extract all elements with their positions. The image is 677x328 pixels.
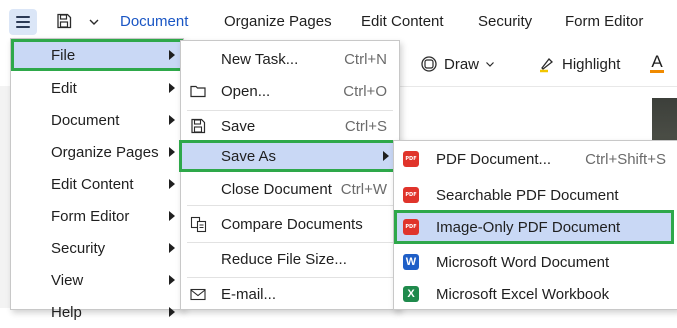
menu-item-label: Searchable PDF Document: [436, 186, 619, 204]
menu-item-reduce-file-size[interactable]: Reduce File Size...: [181, 243, 399, 275]
menu-item-label: Help: [51, 303, 82, 321]
menu-item-label: Save: [221, 117, 256, 135]
tab-edit-content[interactable]: Edit Content: [361, 13, 444, 30]
menu-item-security[interactable]: Security: [11, 232, 183, 264]
menu-item-close-document[interactable]: Close Document Ctrl+W: [181, 173, 399, 205]
menu-item-open[interactable]: Open... Ctrl+O: [181, 75, 399, 107]
menu-item-label: Security: [51, 239, 106, 257]
submenu-arrow-icon: [169, 115, 175, 125]
menu-item-label: PDF Document...: [436, 150, 552, 168]
tab-organize-pages[interactable]: Organize Pages: [224, 13, 332, 30]
word-icon: W: [402, 253, 420, 271]
submenu-arrow-icon: [169, 83, 175, 93]
save-icon: [189, 117, 207, 135]
folder-icon: [189, 82, 207, 100]
menu-item-image-only-pdf[interactable]: PDF Image-Only PDF Document: [394, 210, 674, 244]
shortcut-label: Ctrl+O: [343, 82, 387, 100]
menu-item-label: Open...: [221, 82, 271, 100]
menu-item-label: Microsoft Excel Workbook: [436, 285, 610, 303]
menu-item-organize-pages[interactable]: Organize Pages: [11, 136, 183, 168]
menu-item-file[interactable]: File: [11, 39, 183, 71]
highlighter-icon: [540, 58, 553, 73]
tab-document[interactable]: Document: [120, 13, 188, 30]
menu-item-label: Close Document: [221, 180, 332, 198]
shortcut-label: Ctrl+N: [344, 50, 387, 68]
menu-item-label: Form Editor: [51, 207, 130, 225]
menu-item-email[interactable]: E-mail...: [181, 278, 399, 310]
pdf-icon: PDF: [402, 218, 420, 236]
tab-security[interactable]: Security: [478, 13, 532, 30]
text-color-glyph: A: [651, 52, 663, 71]
highlight-button[interactable]: Highlight: [538, 55, 620, 73]
menu-item-label: Reduce File Size...: [221, 250, 347, 268]
chevron-down-icon: [486, 62, 494, 67]
menu-item-compare-documents[interactable]: Compare Documents: [181, 208, 399, 240]
menu-item-searchable-pdf[interactable]: PDF Searchable PDF Document: [394, 179, 677, 211]
submenu-arrow-icon: [169, 307, 175, 317]
file-submenu: New Task... Ctrl+N Open... Ctrl+O Save C…: [179, 40, 400, 310]
shortcut-label: Ctrl+Shift+S: [585, 150, 666, 168]
menu-item-word-document[interactable]: W Microsoft Word Document: [394, 246, 677, 278]
submenu-arrow-icon: [169, 243, 175, 253]
menu-item-document[interactable]: Document: [11, 104, 183, 136]
menu-item-view[interactable]: View: [11, 264, 183, 296]
pdf-icon: PDF: [402, 186, 420, 204]
save-as-submenu: PDF PDF Document... Ctrl+Shift+S PDF Sea…: [393, 140, 677, 310]
menu-separator: [187, 205, 393, 206]
menu-item-help[interactable]: Help: [11, 296, 183, 328]
text-color-button[interactable]: A: [650, 52, 664, 73]
highlight-label: Highlight: [562, 55, 621, 73]
menu-item-form-editor[interactable]: Form Editor: [11, 200, 183, 232]
hamburger-menu-icon[interactable]: [9, 9, 37, 35]
menu-item-label: Image-Only PDF Document: [436, 218, 621, 236]
menu-item-label: Organize Pages: [51, 143, 159, 161]
submenu-arrow-icon: [169, 50, 175, 60]
menu-item-label: View: [51, 271, 84, 289]
text-color-swatch: [650, 70, 664, 73]
pdf-icon: PDF: [402, 150, 420, 168]
shortcut-label: Ctrl+S: [344, 117, 387, 135]
menu-item-label: Edit Content: [51, 175, 134, 193]
submenu-arrow-icon: [169, 179, 175, 189]
menu-item-edit[interactable]: Edit: [11, 72, 183, 104]
menu-item-edit-content[interactable]: Edit Content: [11, 168, 183, 200]
document-canvas-left: [0, 86, 10, 308]
menu-item-label: Edit: [51, 79, 77, 97]
shortcut-label: Ctrl+W: [340, 180, 387, 198]
menu-item-excel-workbook[interactable]: X Microsoft Excel Workbook: [394, 278, 677, 310]
submenu-arrow-icon: [169, 275, 175, 285]
menu-item-label: Microsoft Word Document: [436, 253, 610, 271]
compare-icon: [189, 215, 207, 233]
tab-form-editor[interactable]: Form Editor: [565, 13, 643, 30]
submenu-arrow-icon: [383, 151, 389, 161]
chevron-down-icon[interactable]: [88, 16, 100, 28]
draw-button[interactable]: Draw: [420, 55, 495, 73]
menu-item-label: E-mail...: [221, 285, 277, 303]
email-icon: [189, 285, 207, 303]
save-icon[interactable]: [56, 13, 72, 29]
menu-item-label: File: [51, 46, 76, 64]
menu-item-save[interactable]: Save Ctrl+S: [181, 110, 399, 142]
menu-item-pdf-document[interactable]: PDF PDF Document... Ctrl+Shift+S: [394, 143, 677, 175]
menu-item-new-task[interactable]: New Task... Ctrl+N: [181, 43, 399, 75]
excel-icon: X: [402, 285, 420, 303]
submenu-arrow-icon: [169, 211, 175, 221]
app-menu: File Edit Document Organize Pages Edit C…: [10, 38, 184, 321]
menu-item-save-as[interactable]: Save As: [179, 140, 399, 172]
menu-item-label: Compare Documents: [221, 215, 363, 233]
draw-label: Draw: [444, 55, 480, 73]
submenu-arrow-icon: [169, 147, 175, 157]
menu-item-label: Document: [51, 111, 120, 129]
menu-item-label: New Task...: [221, 50, 299, 68]
menu-item-label: Save As: [221, 147, 277, 165]
draw-shapes-icon: [421, 56, 437, 72]
